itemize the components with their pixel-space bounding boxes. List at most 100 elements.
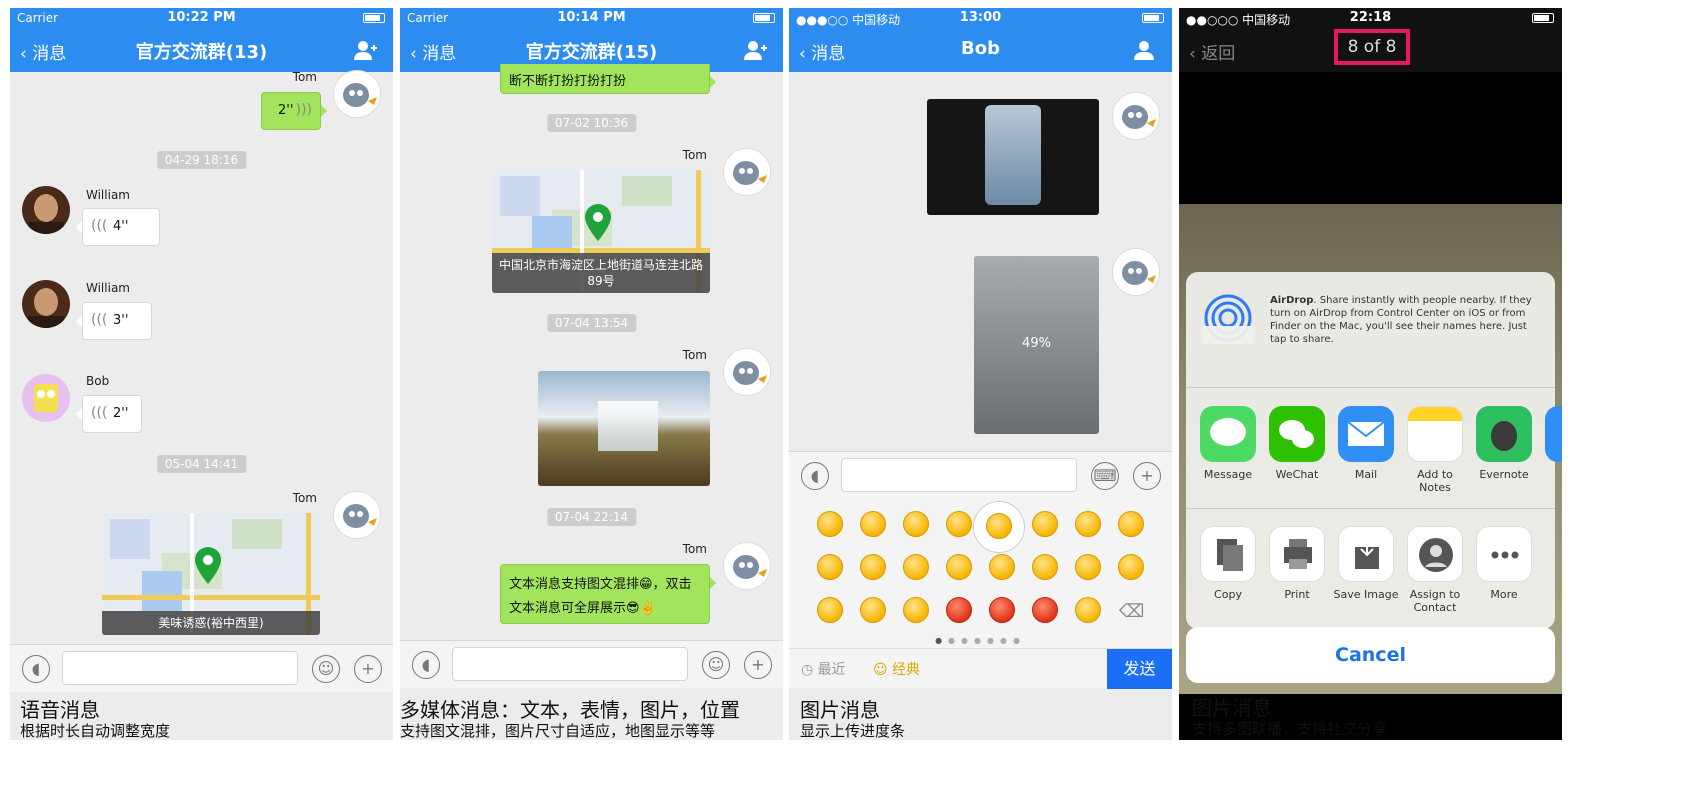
share-label: Message (1203, 468, 1253, 481)
emoji-key[interactable] (1032, 554, 1058, 580)
emoji-key[interactable] (817, 511, 843, 537)
avatar[interactable] (1112, 248, 1160, 296)
battery-icon (753, 11, 775, 24)
status-time: 10:14 PM (557, 10, 626, 25)
emoji-key[interactable] (946, 511, 972, 537)
emoji-key[interactable] (1075, 554, 1101, 580)
mail-icon[interactable] (1338, 406, 1394, 462)
upload-progress-text: 49% (1022, 336, 1051, 351)
avatar[interactable] (723, 348, 771, 396)
wechat-icon[interactable] (1269, 406, 1325, 462)
assign-contact-icon[interactable] (1407, 526, 1463, 582)
add-button-icon[interactable]: + (1133, 462, 1161, 490)
input-bar: ◖ ☺ + (10, 644, 393, 692)
action-label: Save Image (1333, 588, 1399, 601)
emoji-key[interactable] (1118, 511, 1144, 537)
voice-message-bubble[interactable]: ((( 2'' (76, 395, 142, 433)
emoji-key[interactable] (1075, 597, 1101, 623)
emoji-key[interactable] (989, 597, 1015, 623)
voice-toggle-icon[interactable]: ◖ (801, 462, 829, 490)
image-message-uploading[interactable]: 49% (974, 256, 1099, 434)
status-bar: Carrier 10:22 PM (10, 8, 393, 28)
copy-icon[interactable] (1200, 526, 1256, 582)
airdrop-icon[interactable] (1202, 292, 1254, 344)
action-label: Assign to Contact (1409, 588, 1461, 614)
message-icon[interactable] (1200, 406, 1256, 462)
add-button-icon[interactable]: + (744, 651, 772, 679)
avatar[interactable] (1112, 92, 1160, 140)
emoji-key[interactable] (817, 554, 843, 580)
emoji-key[interactable] (946, 597, 972, 623)
text-message-bubble[interactable]: 断不断打扮打扮打扮 (500, 64, 716, 94)
sender-name: Tom (682, 348, 707, 362)
voice-toggle-icon[interactable]: ◖ (22, 655, 50, 683)
location-message-map[interactable]: 中国北京市海淀区上地街道马连洼北路89号 (492, 170, 710, 293)
emoji-key[interactable] (1075, 511, 1101, 537)
emoji-key[interactable] (860, 597, 886, 623)
back-button[interactable]: ‹ 返回 (1189, 39, 1235, 64)
group-members-icon[interactable] (743, 39, 767, 61)
avatar[interactable] (22, 280, 70, 328)
voice-wave-icon: ((( (91, 312, 108, 328)
emoji-key[interactable] (946, 554, 972, 580)
caption: 图片消息 (1192, 696, 1272, 720)
emoji-button-icon[interactable]: ☺ (702, 651, 730, 679)
emoji-key[interactable] (817, 597, 843, 623)
avatar[interactable] (333, 491, 381, 539)
message-input[interactable] (452, 647, 688, 681)
tab-classic[interactable]: ☺ 经典 (873, 659, 920, 679)
rich-text-message-bubble[interactable]: 文本消息支持图文混排😁，双击 文本消息可全屏展示😎✌️ (500, 564, 716, 624)
more-icon[interactable] (1476, 526, 1532, 582)
share-label: Add to Notes (1417, 468, 1453, 494)
voice-message-bubble[interactable]: ((( 4'' (76, 208, 160, 246)
message-input[interactable] (841, 458, 1077, 492)
emoji-key[interactable] (903, 554, 929, 580)
print-icon[interactable] (1269, 526, 1325, 582)
location-message-map[interactable]: 美味诱惑(裕中西里) (102, 513, 320, 635)
emoji-key[interactable] (989, 554, 1015, 580)
evernote-icon[interactable] (1476, 406, 1532, 462)
emoji-key[interactable] (1032, 597, 1058, 623)
share-label: WeChat (1275, 468, 1319, 481)
avatar[interactable] (723, 148, 771, 196)
emoji-panel: ⌫ (789, 499, 1172, 648)
backspace-icon[interactable]: ⌫ (1119, 601, 1144, 622)
keyboard-toggle-icon[interactable]: ⌨ (1091, 462, 1119, 490)
avatar[interactable] (333, 70, 381, 118)
image-message-waterfall[interactable] (538, 371, 710, 486)
group-members-icon[interactable] (353, 39, 377, 61)
emoji-key[interactable] (860, 554, 886, 580)
voice-toggle-icon[interactable]: ◖ (412, 651, 440, 679)
notes-icon[interactable] (1407, 406, 1463, 462)
send-button[interactable]: 发送 (1107, 649, 1172, 689)
page-title: Bob (961, 38, 1000, 59)
smile-icon: ☺ (873, 662, 893, 678)
image-message-phone-photo[interactable] (927, 99, 1099, 215)
contact-profile-icon[interactable] (1132, 39, 1156, 61)
sender-name: Tom (682, 542, 707, 556)
avatar[interactable] (22, 374, 70, 422)
emoji-key[interactable] (1032, 511, 1058, 537)
input-bar: ◖ ⌨ + (789, 451, 1172, 499)
page-title: 官方交流群(15) (525, 42, 658, 63)
emoji-key[interactable] (860, 511, 886, 537)
avatar[interactable] (723, 542, 771, 590)
battery-icon (1532, 11, 1554, 24)
avatar[interactable] (22, 186, 70, 234)
tab-recent[interactable]: ◷ 最近 (801, 659, 846, 679)
emoji-key[interactable] (903, 511, 929, 537)
cancel-button[interactable]: Cancel (1186, 627, 1555, 683)
voice-wave-icon: ((( (91, 405, 108, 421)
panel-multimedia-messages: Carrier 10:14 PM ‹ 消息 官方交流群(15) 断不断打扮打扮打… (400, 8, 783, 740)
emoji-button-icon[interactable]: ☺ (312, 655, 340, 683)
voice-message-bubble[interactable]: 2'' ))) (261, 92, 327, 130)
sender-name: Tom (292, 491, 317, 505)
save-image-icon[interactable] (1338, 526, 1394, 582)
emoji-key[interactable] (903, 597, 929, 623)
message-input[interactable] (62, 651, 298, 685)
emoji-key[interactable] (1118, 554, 1144, 580)
add-button-icon[interactable]: + (354, 655, 382, 683)
panel-image-upload: ●●●○○ 中国移动 13:00 ‹ 消息 Bob 49% ◖ ⌨ + ⌫ ●●… (789, 8, 1172, 740)
more-apps-peek-icon[interactable] (1545, 406, 1562, 462)
voice-message-bubble[interactable]: ((( 3'' (76, 302, 152, 340)
